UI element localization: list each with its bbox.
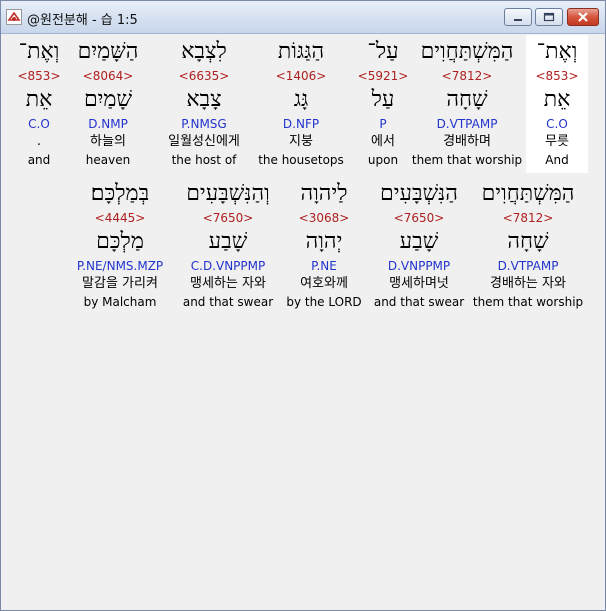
app-icon <box>6 9 22 25</box>
window-title: @원전분해 - 습 1:5 <box>27 13 138 28</box>
lemma-word: מַלְכָּם <box>96 229 144 254</box>
word-column[interactable]: עַל־ <5921> עַל P 에서 upon <box>352 35 414 173</box>
hebrew-word: הַמִּשְׁתַּחֲוִים <box>420 39 514 64</box>
english-gloss: and that swear <box>182 295 274 309</box>
korean-gloss: 에서 <box>371 134 395 149</box>
strong-number: <7650> <box>202 211 254 225</box>
hebrew-word: וְהַנִּשְׁבָּעִים <box>186 181 270 206</box>
strong-number: <7812> <box>441 69 493 83</box>
hebrew-word: עַל־ <box>367 39 399 64</box>
english-gloss: upon <box>367 153 399 167</box>
english-gloss: and <box>27 153 51 167</box>
hebrew-word: וְאֶת־ <box>18 39 60 64</box>
lemma-word: אֵת <box>25 87 53 112</box>
lemma-word: שָׁבַע <box>208 229 248 254</box>
lemma-word: שָׁמַיִם <box>83 87 133 112</box>
parsing-code: C.O <box>546 117 568 131</box>
strong-number: <853> <box>535 69 579 83</box>
english-gloss: them that worship <box>411 153 523 167</box>
word-column[interactable]: הַנִּשְׁבָּעִים <7650> שָׁבַע D.VNPPMP 맹세하며넛… <box>369 177 469 309</box>
hebrew-word: לִצְבָא <box>181 39 227 64</box>
analysis-panel: וְאֶת־ <853> אֵת C.O 무릇 And הַמִּשְׁתַּחֲוִים <… <box>6 35 601 605</box>
english-gloss: and that swear <box>373 295 465 309</box>
lemma-word: צָבָא <box>186 87 222 112</box>
hebrew-word: בְּמַלְכָּם׃ <box>90 181 150 206</box>
word-column[interactable]: וְאֶת־ <853> אֵת C.O 무릇 And <box>526 35 588 173</box>
english-gloss: And <box>545 153 569 167</box>
word-column[interactable]: הַשָּׁמַיִם <8064> שָׁמַיִם D.NMP 하늘의 heaven <box>68 35 148 173</box>
strong-number: <5921> <box>357 69 409 83</box>
word-column[interactable]: הַמִּשְׁתַּחֲוִים <7812> שָׁחָה D.VTPAMP 경배하… <box>468 177 588 309</box>
parsing-code: D.VNPPMP <box>387 259 451 273</box>
word-column[interactable]: וְאֶת־ <853> אֵת C.O. and <box>8 35 70 173</box>
korean-gloss: 여호와께 <box>300 276 348 291</box>
hebrew-word: הַמִּשְׁתַּחֲוִים <box>481 181 575 206</box>
hebrew-word: הַנִּשְׁבָּעִים <box>380 181 458 206</box>
parsing-code: D.VTPAMP <box>497 259 559 273</box>
title-bar[interactable]: @원전분해 - 습 1:5 <box>1 1 605 34</box>
maximize-button[interactable] <box>535 8 563 26</box>
korean-gloss: 무릇 <box>545 134 569 149</box>
app-window: @원전분해 - 습 1:5 וְאֶת־ <853> אֵת C.O 무릇 And הַמִ… <box>0 0 606 611</box>
parsing-code: P.NMSG <box>181 117 227 131</box>
parsing-code: P.NE/NMS.MZP <box>76 259 164 273</box>
strong-number: <8064> <box>82 69 134 83</box>
word-column[interactable]: וְהַנִּשְׁבָּעִים <7650> שָׁבַע C.D.VNPPMP 맹… <box>168 177 288 309</box>
parsing-code: D.VTPAMP <box>436 117 498 131</box>
close-icon <box>578 12 588 22</box>
hebrew-word: לַיהוָה <box>300 181 348 206</box>
korean-gloss: . <box>36 134 42 149</box>
parsing-code: P <box>379 117 387 131</box>
close-button[interactable] <box>567 8 599 26</box>
english-gloss: by Malcham <box>83 295 157 309</box>
english-gloss: heaven <box>85 153 131 167</box>
korean-gloss: 경배하며 <box>443 134 491 149</box>
minimize-button[interactable] <box>504 8 532 26</box>
lemma-word: שָׁחָה <box>446 87 488 112</box>
lemma-word: שָׁבַע <box>399 229 439 254</box>
english-gloss: them that worship <box>472 295 584 309</box>
strong-number: <7812> <box>502 211 554 225</box>
lemma-word: שָׁחָה <box>507 229 549 254</box>
lemma-word: יְהוָה <box>305 229 343 254</box>
korean-gloss: 일월성신에게 <box>168 134 240 149</box>
korean-gloss: 하늘의 <box>90 134 126 149</box>
parsing-code: C.O <box>28 117 50 131</box>
hebrew-word: הַשָּׁמַיִם <box>77 39 139 64</box>
english-gloss: by the LORD <box>286 295 362 309</box>
korean-gloss: 맹세하며넛 <box>389 276 449 291</box>
parsing-code: C.D.VNPPMP <box>190 259 266 273</box>
word-column[interactable]: בְּמַלְכָּם׃ <4445> מַלְכָּם P.NE/NMS.MZP 말감… <box>65 177 175 309</box>
korean-gloss: 말감을 가리켜 <box>82 276 158 291</box>
word-column[interactable]: לַיהוָה <3068> יְהוָה P.NE 여호와께 by the LORD <box>279 177 369 309</box>
korean-gloss: 맹세하는 자와 <box>190 276 266 291</box>
korean-gloss: 경배하는 자와 <box>490 276 566 291</box>
lemma-word: אֵת <box>543 87 571 112</box>
strong-number: <4445> <box>94 211 146 225</box>
hebrew-word: וְאֶת־ <box>536 39 578 64</box>
parsing-code: P.NE <box>311 259 337 273</box>
maximize-icon <box>543 12 555 22</box>
lemma-word: עַל <box>371 87 395 112</box>
word-column[interactable]: הַמִּשְׁתַּחֲוִים <7812> שָׁחָה D.VTPAMP 경배하… <box>407 35 527 173</box>
strong-number: <7650> <box>393 211 445 225</box>
strong-number: <6635> <box>178 69 230 83</box>
strong-number: <3068> <box>298 211 350 225</box>
strong-number: <853> <box>17 69 61 83</box>
parsing-code: D.NMP <box>88 117 128 131</box>
word-column[interactable]: לִצְבָא <6635> צָבָא P.NMSG 일월성신에게 the host o… <box>145 35 263 173</box>
english-gloss: the host of <box>171 153 237 167</box>
minimize-icon <box>514 19 522 21</box>
